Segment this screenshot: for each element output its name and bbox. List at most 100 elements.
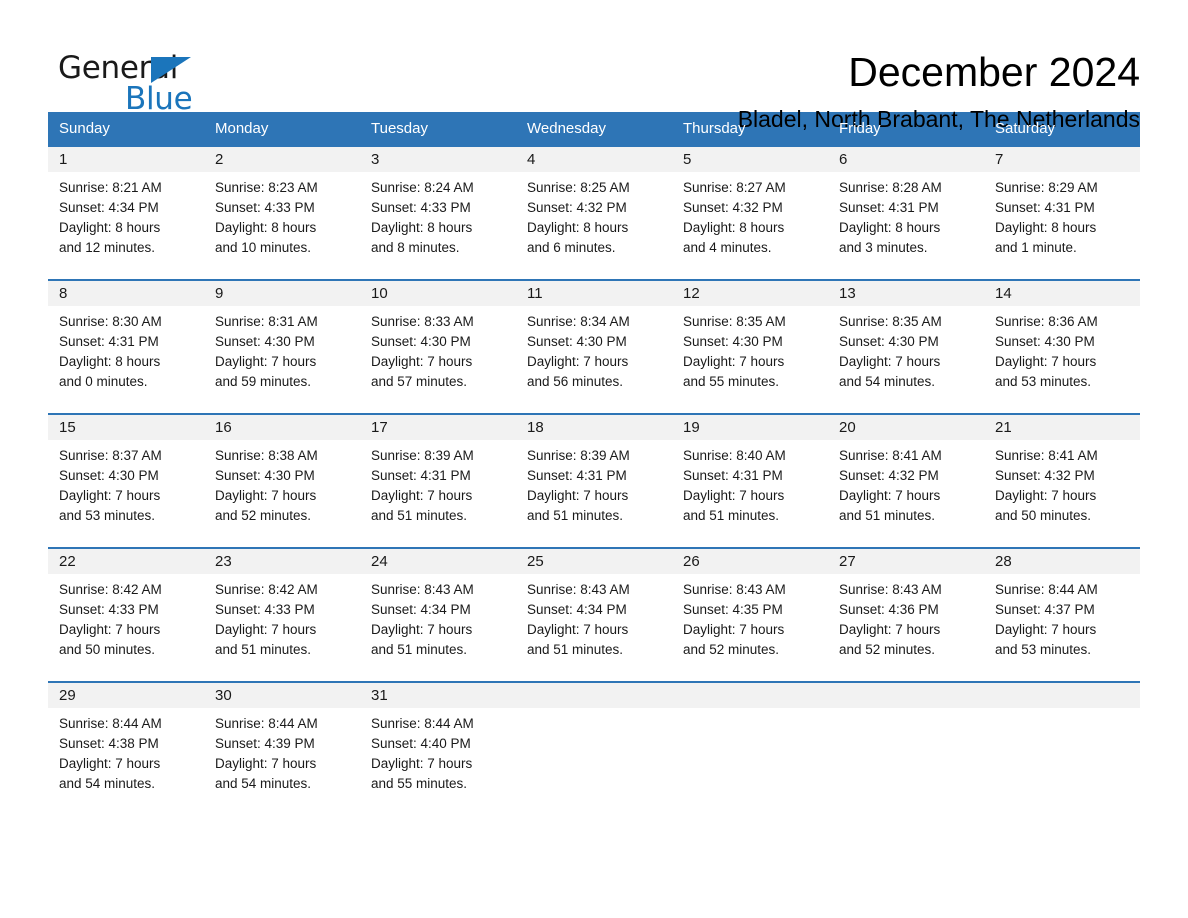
sunrise-time: Sunrise: 8:25 AM [527,180,630,195]
calendar-day-cell[interactable]: 30 Sunrise: 8:44 AM Sunset: 4:39 PM Dayligh… [204,681,360,803]
calendar-day-cell[interactable]: 29 Sunrise: 8:44 AM Sunset: 4:38 PM Dayligh… [48,681,204,803]
sunrise-time: Sunrise: 8:39 AM [371,448,474,463]
sunset-time: Sunset: 4:30 PM [527,334,627,349]
calendar-day-cell[interactable]: 22 Sunrise: 8:42 AM Sunset: 4:33 PM Dayligh… [48,547,204,669]
calendar-day-cell[interactable]: 6 Sunrise: 8:28 AM Sunset: 4:31 PM Daylight… [828,145,984,267]
sunset-time: Sunset: 4:33 PM [215,602,315,617]
calendar-week-row: 15 Sunrise: 8:37 AM Sunset: 4:30 PM Dayligh… [48,413,1140,535]
sunrise-time: Sunrise: 8:27 AM [683,180,786,195]
calendar-day-cell[interactable]: 25 Sunrise: 8:43 AM Sunset: 4:34 PM Dayligh… [516,547,672,669]
day-cell-inner: 22 Sunrise: 8:42 AM Sunset: 4:33 PM Dayligh… [48,549,204,669]
day-cell-inner: 25 Sunrise: 8:43 AM Sunset: 4:34 PM Dayligh… [516,549,672,669]
calendar-day-cell[interactable]: 17 Sunrise: 8:39 AM Sunset: 4:31 PM Dayligh… [360,413,516,535]
calendar-day-cell[interactable]: 2 Sunrise: 8:23 AM Sunset: 4:33 PM Daylight… [204,145,360,267]
day-details: Sunrise: 8:44 AM Sunset: 4:37 PM Daylight:… [984,574,1140,660]
calendar-day-cell[interactable]: 8 Sunrise: 8:30 AM Sunset: 4:31 PM Daylight… [48,279,204,401]
daylight-duration-line1: Daylight: 8 hours [215,220,317,235]
day-details: Sunrise: 8:42 AM Sunset: 4:33 PM Daylight:… [204,574,360,660]
sunset-time: Sunset: 4:31 PM [683,468,783,483]
daylight-duration-line1: Daylight: 7 hours [839,354,941,369]
daylight-duration-line2: and 12 minutes. [59,240,156,255]
daylight-duration-line2: and 51 minutes. [371,508,468,523]
calendar-day-cell[interactable]: 14 Sunrise: 8:36 AM Sunset: 4:30 PM Dayligh… [984,279,1140,401]
calendar-day-cell[interactable]: 13 Sunrise: 8:35 AM Sunset: 4:30 PM Dayligh… [828,279,984,401]
daylight-duration-line2: and 0 minutes. [59,374,148,389]
calendar-day-cell[interactable]: 16 Sunrise: 8:38 AM Sunset: 4:30 PM Dayligh… [204,413,360,535]
calendar-day-cell[interactable]: 9 Sunrise: 8:31 AM Sunset: 4:30 PM Daylight… [204,279,360,401]
daylight-duration-line2: and 4 minutes. [683,240,772,255]
daylight-duration-line2: and 51 minutes. [371,642,468,657]
sunset-time: Sunset: 4:30 PM [371,334,471,349]
day-number: 29 [48,683,204,708]
sunrise-time: Sunrise: 8:28 AM [839,180,942,195]
calendar-day-cell[interactable]: 5 Sunrise: 8:27 AM Sunset: 4:32 PM Daylight… [672,145,828,267]
week-spacer [48,669,1140,682]
calendar-day-cell[interactable]: 18 Sunrise: 8:39 AM Sunset: 4:31 PM Dayligh… [516,413,672,535]
sunrise-time: Sunrise: 8:38 AM [215,448,318,463]
day-number: 24 [360,549,516,574]
calendar-day-cell[interactable]: 7 Sunrise: 8:29 AM Sunset: 4:31 PM Daylight… [984,145,1140,267]
day-cell-inner: 18 Sunrise: 8:39 AM Sunset: 4:31 PM Dayligh… [516,415,672,535]
calendar-day-cell[interactable]: 23 Sunrise: 8:42 AM Sunset: 4:33 PM Dayligh… [204,547,360,669]
day-cell-inner: 10 Sunrise: 8:33 AM Sunset: 4:30 PM Dayligh… [360,281,516,401]
daylight-duration-line1: Daylight: 7 hours [995,622,1097,637]
day-number: 5 [672,147,828,172]
sunrise-time: Sunrise: 8:21 AM [59,180,162,195]
calendar-day-cell[interactable]: 12 Sunrise: 8:35 AM Sunset: 4:30 PM Dayligh… [672,279,828,401]
calendar-day-cell[interactable]: 10 Sunrise: 8:33 AM Sunset: 4:30 PM Dayligh… [360,279,516,401]
calendar-day-cell[interactable]: 31 Sunrise: 8:44 AM Sunset: 4:40 PM Dayligh… [360,681,516,803]
daylight-duration-line2: and 51 minutes. [527,508,624,523]
day-cell-inner: 1 Sunrise: 8:21 AM Sunset: 4:34 PM Daylight… [48,147,204,267]
day-details [672,708,828,714]
sunset-time: Sunset: 4:31 PM [839,200,939,215]
calendar-day-cell[interactable]: 4 Sunrise: 8:25 AM Sunset: 4:32 PM Daylight… [516,145,672,267]
calendar-day-cell[interactable]: 21 Sunrise: 8:41 AM Sunset: 4:32 PM Dayligh… [984,413,1140,535]
calendar-day-cell[interactable]: 28 Sunrise: 8:44 AM Sunset: 4:37 PM Dayligh… [984,547,1140,669]
daylight-duration-line2: and 50 minutes. [995,508,1092,523]
sunrise-time: Sunrise: 8:34 AM [527,314,630,329]
general-blue-logo[interactable]: General Blue [48,46,228,122]
day-number: 25 [516,549,672,574]
daylight-duration-line2: and 55 minutes. [371,776,468,791]
day-details: Sunrise: 8:44 AM Sunset: 4:40 PM Daylight:… [360,708,516,794]
day-cell-inner [984,683,1140,803]
day-details: Sunrise: 8:43 AM Sunset: 4:34 PM Daylight:… [360,574,516,660]
daylight-duration-line1: Daylight: 7 hours [371,354,473,369]
daylight-duration-line1: Daylight: 7 hours [527,622,629,637]
daylight-duration-line2: and 55 minutes. [683,374,780,389]
calendar-day-cell[interactable]: 15 Sunrise: 8:37 AM Sunset: 4:30 PM Dayligh… [48,413,204,535]
day-number: 11 [516,281,672,306]
sunset-time: Sunset: 4:36 PM [839,602,939,617]
calendar-page: General Blue December 2024 Bladel, North… [0,0,1188,918]
sunset-time: Sunset: 4:30 PM [59,468,159,483]
calendar-day-cell[interactable]: 24 Sunrise: 8:43 AM Sunset: 4:34 PM Dayligh… [360,547,516,669]
sunset-time: Sunset: 4:32 PM [839,468,939,483]
daylight-duration-line2: and 54 minutes. [215,776,312,791]
calendar-day-cell[interactable]: 11 Sunrise: 8:34 AM Sunset: 4:30 PM Dayligh… [516,279,672,401]
calendar-day-cell[interactable]: 1 Sunrise: 8:21 AM Sunset: 4:34 PM Daylight… [48,145,204,267]
sunset-time: Sunset: 4:39 PM [215,736,315,751]
sunset-time: Sunset: 4:31 PM [527,468,627,483]
day-cell-inner: 28 Sunrise: 8:44 AM Sunset: 4:37 PM Dayligh… [984,549,1140,669]
day-details: Sunrise: 8:25 AM Sunset: 4:32 PM Daylight:… [516,172,672,258]
day-cell-inner: 27 Sunrise: 8:43 AM Sunset: 4:36 PM Dayligh… [828,549,984,669]
day-details: Sunrise: 8:31 AM Sunset: 4:30 PM Daylight:… [204,306,360,392]
week-spacer-cell [48,535,1140,548]
sunset-time: Sunset: 4:31 PM [371,468,471,483]
calendar-day-cell[interactable]: 20 Sunrise: 8:41 AM Sunset: 4:32 PM Dayligh… [828,413,984,535]
calendar-day-cell[interactable]: 27 Sunrise: 8:43 AM Sunset: 4:36 PM Dayligh… [828,547,984,669]
sunset-time: Sunset: 4:37 PM [995,602,1095,617]
calendar-day-cell[interactable]: 3 Sunrise: 8:24 AM Sunset: 4:33 PM Daylight… [360,145,516,267]
sunset-time: Sunset: 4:33 PM [215,200,315,215]
calendar-day-cell[interactable]: 19 Sunrise: 8:40 AM Sunset: 4:31 PM Dayligh… [672,413,828,535]
sunset-time: Sunset: 4:30 PM [839,334,939,349]
sunrise-time: Sunrise: 8:44 AM [371,716,474,731]
day-number [828,683,984,708]
daylight-duration-line2: and 57 minutes. [371,374,468,389]
daylight-duration-line2: and 52 minutes. [683,642,780,657]
calendar-day-cell[interactable]: 26 Sunrise: 8:43 AM Sunset: 4:35 PM Dayligh… [672,547,828,669]
day-details: Sunrise: 8:23 AM Sunset: 4:33 PM Daylight:… [204,172,360,258]
day-cell-inner: 26 Sunrise: 8:43 AM Sunset: 4:35 PM Dayligh… [672,549,828,669]
daylight-duration-line2: and 52 minutes. [839,642,936,657]
day-number: 3 [360,147,516,172]
